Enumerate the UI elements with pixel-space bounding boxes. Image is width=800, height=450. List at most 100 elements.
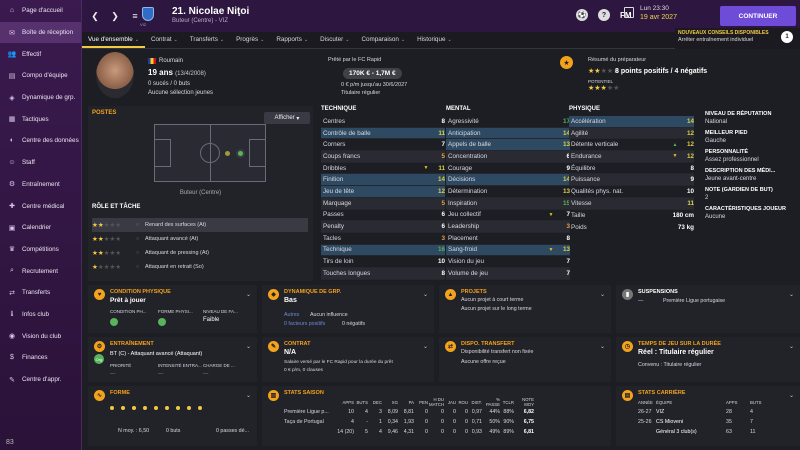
season-row[interactable]: Première Ligue p... 10 4 3 8,09 8,81 0 0 0 0 0,97 4… — [284, 407, 534, 417]
attribute-row[interactable]: Tirs de loin 10 — [321, 256, 445, 268]
chevron-down-icon[interactable]: ⌄ — [246, 392, 251, 399]
attribute-row[interactable]: Agilité 12 — [569, 127, 694, 140]
attribute-row[interactable]: Détente verticale ▲ 12 — [569, 139, 694, 152]
tab-3[interactable]: Progrès ⌄ — [230, 32, 270, 48]
career-row[interactable]: Général 3 club(s) 63 11 — [638, 427, 774, 437]
continue-button[interactable]: CONTINUER — [720, 6, 796, 26]
sidebar-item-5[interactable]: ▦ Tactiques — [0, 108, 81, 130]
sidebar-item-13[interactable]: ⇄ Transferts — [0, 282, 81, 304]
sidebar-item-6[interactable]: ◐ Centre des données — [0, 130, 81, 152]
chevron-down-icon[interactable]: ⌄ — [789, 392, 794, 399]
attribute-row[interactable]: Courage 9 — [446, 163, 570, 175]
attribute-row[interactable]: Dribbles ▼ 11 — [321, 163, 445, 175]
playtime-title[interactable]: TEMPS DE JEU SUR LA DURÉE — [638, 341, 721, 347]
chevron-down-icon[interactable]: ⌄ — [423, 343, 428, 350]
positions-title[interactable]: POSTES — [92, 110, 116, 116]
sidebar-item-11[interactable]: ♛ Compétitions — [0, 239, 81, 261]
attribute-row[interactable]: Décisions 14 — [446, 174, 570, 187]
dynamics-card[interactable]: ◆ DYNAMIQUE DE GRP. Bas Autres Aucun inf… — [262, 285, 434, 333]
attribute-row[interactable]: Touches longues 8 — [321, 267, 445, 280]
sidebar-item-15[interactable]: ◉ Vision du club — [0, 325, 81, 347]
career-row[interactable]: 26-27 VIZ 28 4 — [638, 407, 774, 417]
attribute-row[interactable]: Tacles 3 — [321, 233, 445, 245]
attribute-row[interactable]: Jeu de tête 12 — [321, 186, 445, 198]
sidebar-item-2[interactable]: 👥 Effectif — [0, 43, 81, 65]
attribute-row[interactable]: Corners 7 — [321, 139, 445, 152]
attribute-row[interactable]: Accélération 14 — [569, 116, 694, 128]
season-title[interactable]: STATS SAISON — [284, 390, 324, 396]
forward-arrow-icon[interactable]: ❯ — [108, 9, 122, 23]
chevron-down-icon[interactable]: ⌄ — [246, 343, 251, 350]
suspensions-card[interactable]: ▮ SUSPENSIONS — Première Ligue portugais… — [616, 285, 800, 333]
role-row[interactable]: ★★★★★ ◌ Attaquant en retrait (So) — [92, 260, 308, 274]
attribute-row[interactable]: Puissance 9 — [569, 174, 694, 187]
attribute-row[interactable]: Centres 8 — [321, 116, 445, 128]
sidebar-item-10[interactable]: ▣ Calendrier — [0, 217, 81, 239]
sidebar-item-0[interactable]: ⌂ Page d'accueil — [0, 0, 81, 22]
attribute-row[interactable]: Appels de balle 13 — [446, 139, 570, 152]
tab-2[interactable]: Transferts ⌄ — [184, 32, 230, 48]
condition-title[interactable]: CONDITION PHYSIQUE — [110, 289, 171, 295]
notification-badge[interactable]: 1 — [781, 31, 793, 43]
training-title[interactable]: ENTRAÎNEMENT — [110, 341, 154, 347]
season-stats-card[interactable]: ▥ STATS SAISON APPS BUTS DEC XG PA PEN H DU MA… — [262, 386, 611, 446]
attribute-row[interactable]: Leadership 3 — [446, 221, 570, 233]
role-row[interactable]: ★★★★★ ◌ Attaquant avancé (At) — [92, 232, 308, 246]
contract-card[interactable]: ✎ CONTRAT N/A Salaire versé par le FC Ra… — [262, 337, 434, 382]
season-row[interactable]: 14 (20) 5 4 9,46 4,31 0 0 0 0 0,93 49% 89% 6,81 — [284, 427, 534, 437]
ball-icon[interactable]: ⚽ — [576, 9, 588, 21]
attribute-row[interactable]: Sang-froid ▼ 13 — [446, 244, 570, 257]
sidebar-item-7[interactable]: ☺ Staff — [0, 152, 81, 174]
attribute-row[interactable]: Placement 8 — [446, 233, 570, 245]
playtime-card[interactable]: ◷ TEMPS DE JEU SUR LA DURÉE Réel : Titul… — [616, 337, 800, 382]
menu-icon[interactable]: ≡ — [128, 9, 142, 23]
dynamics-factors[interactable]: 0 facteurs positifs — [284, 321, 325, 327]
chevron-down-icon[interactable]: ⌄ — [600, 291, 605, 298]
career-title[interactable]: STATS CARRIÈRE — [638, 390, 685, 396]
chevron-down-icon[interactable]: ⌄ — [600, 343, 605, 350]
attribute-row[interactable]: Finition 14 — [321, 174, 445, 187]
attribute-row[interactable]: Vision du jeu 7 — [446, 256, 570, 268]
attribute-row[interactable]: Marquage 5 — [321, 197, 445, 210]
club-badge-icon[interactable] — [142, 7, 154, 21]
tab-4[interactable]: Rapports ⌄ — [270, 32, 314, 48]
attribute-row[interactable]: Qualités phys. nat. 10 — [569, 186, 694, 198]
sidebar-item-14[interactable]: ℹ Infos club — [0, 304, 81, 326]
projects-title[interactable]: PROJETS — [461, 289, 487, 295]
attribute-row[interactable]: Vitesse 11 — [569, 197, 694, 210]
tab-0[interactable]: Vue d'ensemble ⌄ — [82, 32, 145, 48]
attribute-row[interactable]: Jeu collectif ▼ 7 — [446, 210, 570, 222]
attribute-row[interactable]: Technique 16 — [321, 244, 445, 257]
attribute-row[interactable]: Équilibre 8 — [569, 163, 694, 175]
sidebar-item-1[interactable]: ✉ Boîte de réception — [0, 21, 81, 44]
projects-card[interactable]: ▲ PROJETS Aucun projet à court terme Auc… — [439, 285, 611, 333]
condition-card[interactable]: ♥ CONDITION PHYSIQUE Prêt à jouer CONDIT… — [88, 285, 257, 333]
position-dot-striker[interactable] — [236, 149, 245, 158]
form-card[interactable]: ∿ FORME N moy. : 6,50 0 buts 0 passes dé… — [88, 386, 257, 446]
attribute-row[interactable]: Détermination 13 — [446, 186, 570, 198]
attribute-row[interactable]: Volume de jeu 7 — [446, 267, 570, 280]
help-icon[interactable]: ? — [598, 9, 610, 21]
tab-7[interactable]: Historique ⌄ — [411, 32, 458, 48]
attribute-row[interactable]: Coups francs 5 — [321, 151, 445, 163]
sidebar-item-3[interactable]: ▤ Compo d'équipe — [0, 65, 81, 87]
form-title[interactable]: FORME — [110, 390, 130, 396]
dynamics-others-link[interactable]: Autres — [284, 312, 299, 318]
chevron-down-icon[interactable]: ⌄ — [789, 291, 794, 298]
notification-panel[interactable]: NOUVEAUX CONSEILS DISPONIBLES Arrêter en… — [675, 28, 800, 49]
career-stats-card[interactable]: ▤ STATS CARRIÈRE ANNÉE ÉQUIPE APPS BUTS 26-2… — [616, 386, 800, 446]
tab-5[interactable]: Discuter ⌄ — [314, 32, 355, 48]
chevron-down-icon[interactable]: ⌄ — [246, 291, 251, 298]
career-row[interactable]: 25-26 CS Mioveni 35 7 — [638, 417, 774, 427]
attribute-row[interactable]: Passes 6 — [321, 210, 445, 222]
sidebar-item-17[interactable]: ✎ Centre d'appr. — [0, 369, 81, 391]
role-row[interactable]: ★★★★★ ◌ Attaquant de pressing (At) — [92, 246, 308, 260]
sidebar-item-8[interactable]: ⚙ Entraînement — [0, 174, 81, 196]
attribute-row[interactable]: Anticipation 14 — [446, 127, 570, 140]
attribute-row[interactable]: Concentration 6 — [446, 151, 570, 163]
attribute-row[interactable]: Agressivité 17 — [446, 116, 570, 128]
training-card[interactable]: ⚙ ENTRAÎNEMENT Org BT (C) - Attaquant av… — [88, 337, 257, 382]
attribute-row[interactable]: Contrôle de balle 11 — [321, 127, 445, 140]
dynamics-title[interactable]: DYNAMIQUE DE GRP. — [284, 289, 341, 295]
contract-title[interactable]: CONTRAT — [284, 341, 310, 347]
